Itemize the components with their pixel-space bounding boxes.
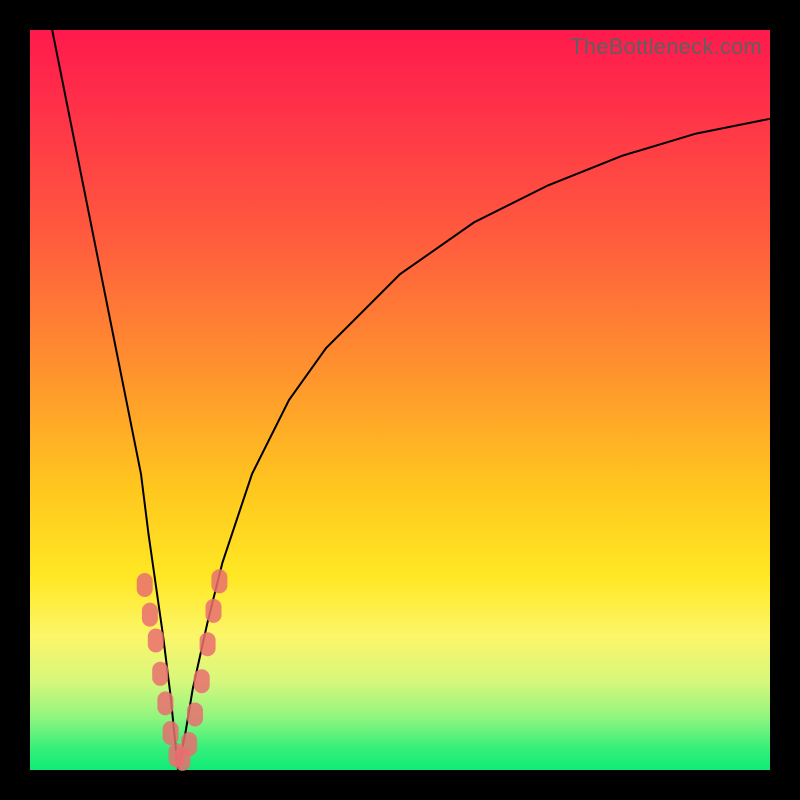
- marker-point: [163, 721, 179, 745]
- marker-point: [187, 703, 203, 727]
- plot-area: TheBottleneck.com: [30, 30, 770, 770]
- marker-point: [148, 629, 164, 653]
- bottleneck-curve: [30, 30, 770, 770]
- marker-point: [194, 669, 210, 693]
- marker-point: [200, 632, 216, 656]
- marker-point: [211, 569, 227, 593]
- marker-point: [152, 662, 168, 686]
- curve-left-branch: [52, 30, 178, 770]
- chart-canvas: TheBottleneck.com: [0, 0, 800, 800]
- marker-point: [142, 603, 158, 627]
- curve-right-branch: [178, 119, 770, 770]
- marker-cluster: [137, 569, 228, 771]
- marker-point: [181, 732, 197, 756]
- marker-point: [157, 691, 173, 715]
- marker-point: [137, 573, 153, 597]
- marker-point: [206, 599, 222, 623]
